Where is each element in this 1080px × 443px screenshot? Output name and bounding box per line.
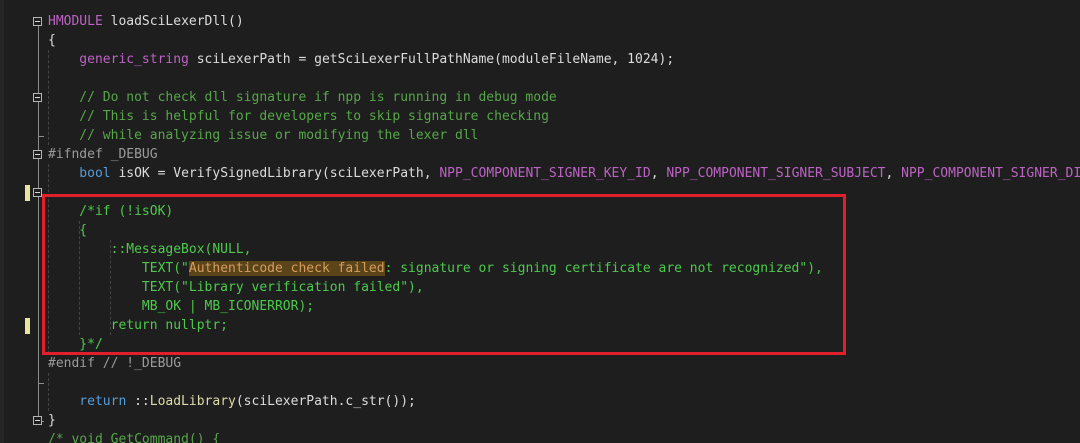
code-line-9[interactable]: bool isOK = VerifySignedLibrary(sciLexer… — [48, 164, 1080, 183]
fold-end-tick — [38, 135, 44, 137]
code-line-5[interactable]: // Do not check dll signature if npp is … — [48, 88, 557, 107]
code-token: #ifndef _DEBUG — [48, 147, 158, 162]
change-marker — [25, 318, 30, 334]
code-line-1[interactable]: HMODULE loadSciLexerDll() — [48, 12, 244, 31]
code-token: NPP_COMPONENT_SIGNER_DISPLAY_ — [901, 166, 1080, 181]
code-token: (sciLexerPath.c_str()); — [235, 394, 416, 409]
code-line-19[interactable]: #endif // !_DEBUG — [48, 354, 181, 373]
fold-range-line — [38, 21, 39, 421]
code-line-3[interactable]: generic_string sciLexerPath = getSciLexe… — [48, 50, 674, 69]
annotation-highlight-box — [42, 194, 846, 355]
code-token: HMODULE — [48, 14, 111, 29]
code-token: NPP_COMPONENT_SIGNER_SUBJECT — [666, 166, 886, 181]
collapse-icon[interactable] — [33, 415, 42, 425]
code-token: generic_string — [48, 52, 197, 67]
collapse-icon[interactable] — [33, 149, 42, 159]
code-line-7[interactable]: // while analyzing issue or modifying th… — [48, 126, 478, 145]
code-token: // while analyzing issue or modifying th… — [48, 128, 479, 143]
code-token: LoadLibrary — [149, 394, 236, 409]
code-token: return — [48, 394, 135, 409]
editor-margin — [0, 0, 4, 443]
code-line-23[interactable]: /* void GetCommand() { — [48, 430, 220, 443]
code-token: // Do not check dll signature if npp is … — [48, 90, 557, 105]
code-line-22[interactable]: } — [48, 411, 56, 430]
code-token: NPP_COMPONENT_SIGNER_KEY_ID — [439, 166, 651, 181]
code-token: // This is helpful for developers to ski… — [48, 109, 549, 124]
code-line-21[interactable]: return ::LoadLibrary(sciLexerPath.c_str(… — [48, 392, 416, 411]
code-token: isOK = VerifySignedLibrary(sciLexerPath, — [118, 166, 440, 181]
collapse-icon[interactable] — [33, 187, 42, 197]
code-editor[interactable]: HMODULE loadSciLexerDll() { generic_strin… — [0, 0, 1080, 443]
code-token: #endif // !_DEBUG — [48, 356, 182, 371]
code-line-6[interactable]: // This is helpful for developers to ski… — [48, 107, 549, 126]
collapse-icon[interactable] — [33, 16, 42, 26]
code-token: { — [48, 33, 56, 48]
collapse-icon[interactable] — [33, 92, 42, 102]
code-token: sciLexerPath = getSciLexerFullPathName(m… — [196, 52, 675, 67]
code-line-8[interactable]: #ifndef _DEBUG — [48, 145, 158, 164]
fold-end-tick — [38, 382, 44, 384]
change-marker — [25, 185, 30, 201]
code-token: :: — [134, 394, 150, 409]
code-token: loadSciLexerDll() — [110, 14, 244, 29]
code-token: /* void GetCommand() { — [48, 432, 221, 443]
code-token: bool — [48, 166, 119, 181]
code-line-2[interactable]: { — [48, 31, 56, 50]
code-token: , — [885, 166, 902, 181]
code-token: , — [650, 166, 667, 181]
code-token: } — [48, 413, 56, 428]
